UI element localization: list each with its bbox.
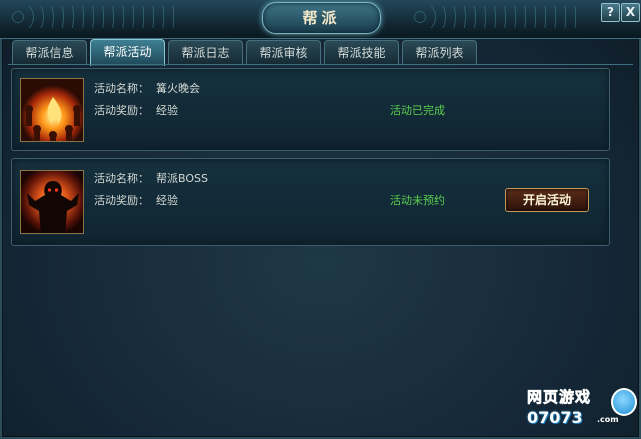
bonfire-party-icon	[20, 78, 84, 142]
activity-name-label: 活动名称：	[94, 82, 149, 95]
title-bar: 帮派 ? X	[0, 0, 641, 39]
help-button[interactable]: ?	[601, 3, 620, 22]
window-title: 帮派	[262, 2, 381, 34]
mascot-icon	[611, 388, 637, 416]
watermark-domain: 07073	[527, 408, 583, 427]
activity-reward-label: 活动奖励：	[94, 104, 149, 117]
tab-guild-list[interactable]: 帮派列表	[402, 40, 477, 65]
activity-reward-label: 活动奖励：	[94, 194, 149, 207]
activity-name: 篝火晚会	[156, 82, 200, 95]
activity-reward: 经验	[156, 104, 178, 117]
cloud-ornament-left	[8, 6, 178, 28]
cloud-ornament-right	[410, 6, 580, 28]
tab-guild-activity[interactable]: 帮派活动	[90, 39, 165, 66]
tab-divider	[8, 64, 633, 65]
activity-name: 帮派BOSS	[156, 172, 208, 185]
tab-guild-log[interactable]: 帮派日志	[168, 40, 243, 65]
activity-status: 活动已完成	[390, 104, 445, 117]
activity-reward: 经验	[156, 194, 178, 207]
guild-boss-icon	[20, 170, 84, 234]
tab-guild-skills[interactable]: 帮派技能	[324, 40, 399, 65]
tab-guild-review[interactable]: 帮派审核	[246, 40, 321, 65]
close-button[interactable]: X	[621, 3, 640, 22]
activity-status: 活动未预约	[390, 194, 445, 207]
watermark-tld: .com	[597, 415, 619, 424]
start-activity-button[interactable]: 开启活动	[505, 188, 589, 212]
activity-card: 活动名称： 帮派BOSS 活动奖励： 经验 活动未预约 开启活动	[11, 158, 610, 246]
tab-guild-info[interactable]: 帮派信息	[12, 40, 87, 65]
site-watermark: 网页游戏 07073 .com	[527, 386, 637, 432]
activity-name-label: 活动名称：	[94, 172, 149, 185]
watermark-text: 网页游戏	[527, 388, 592, 407]
activity-card: 活动名称： 篝火晚会 活动奖励： 经验 活动已完成	[11, 68, 610, 151]
guild-window: 帮派 ? X 帮派信息 帮派活动 帮派日志 帮派审核 帮派技能 帮派列表 活动名…	[0, 0, 641, 439]
